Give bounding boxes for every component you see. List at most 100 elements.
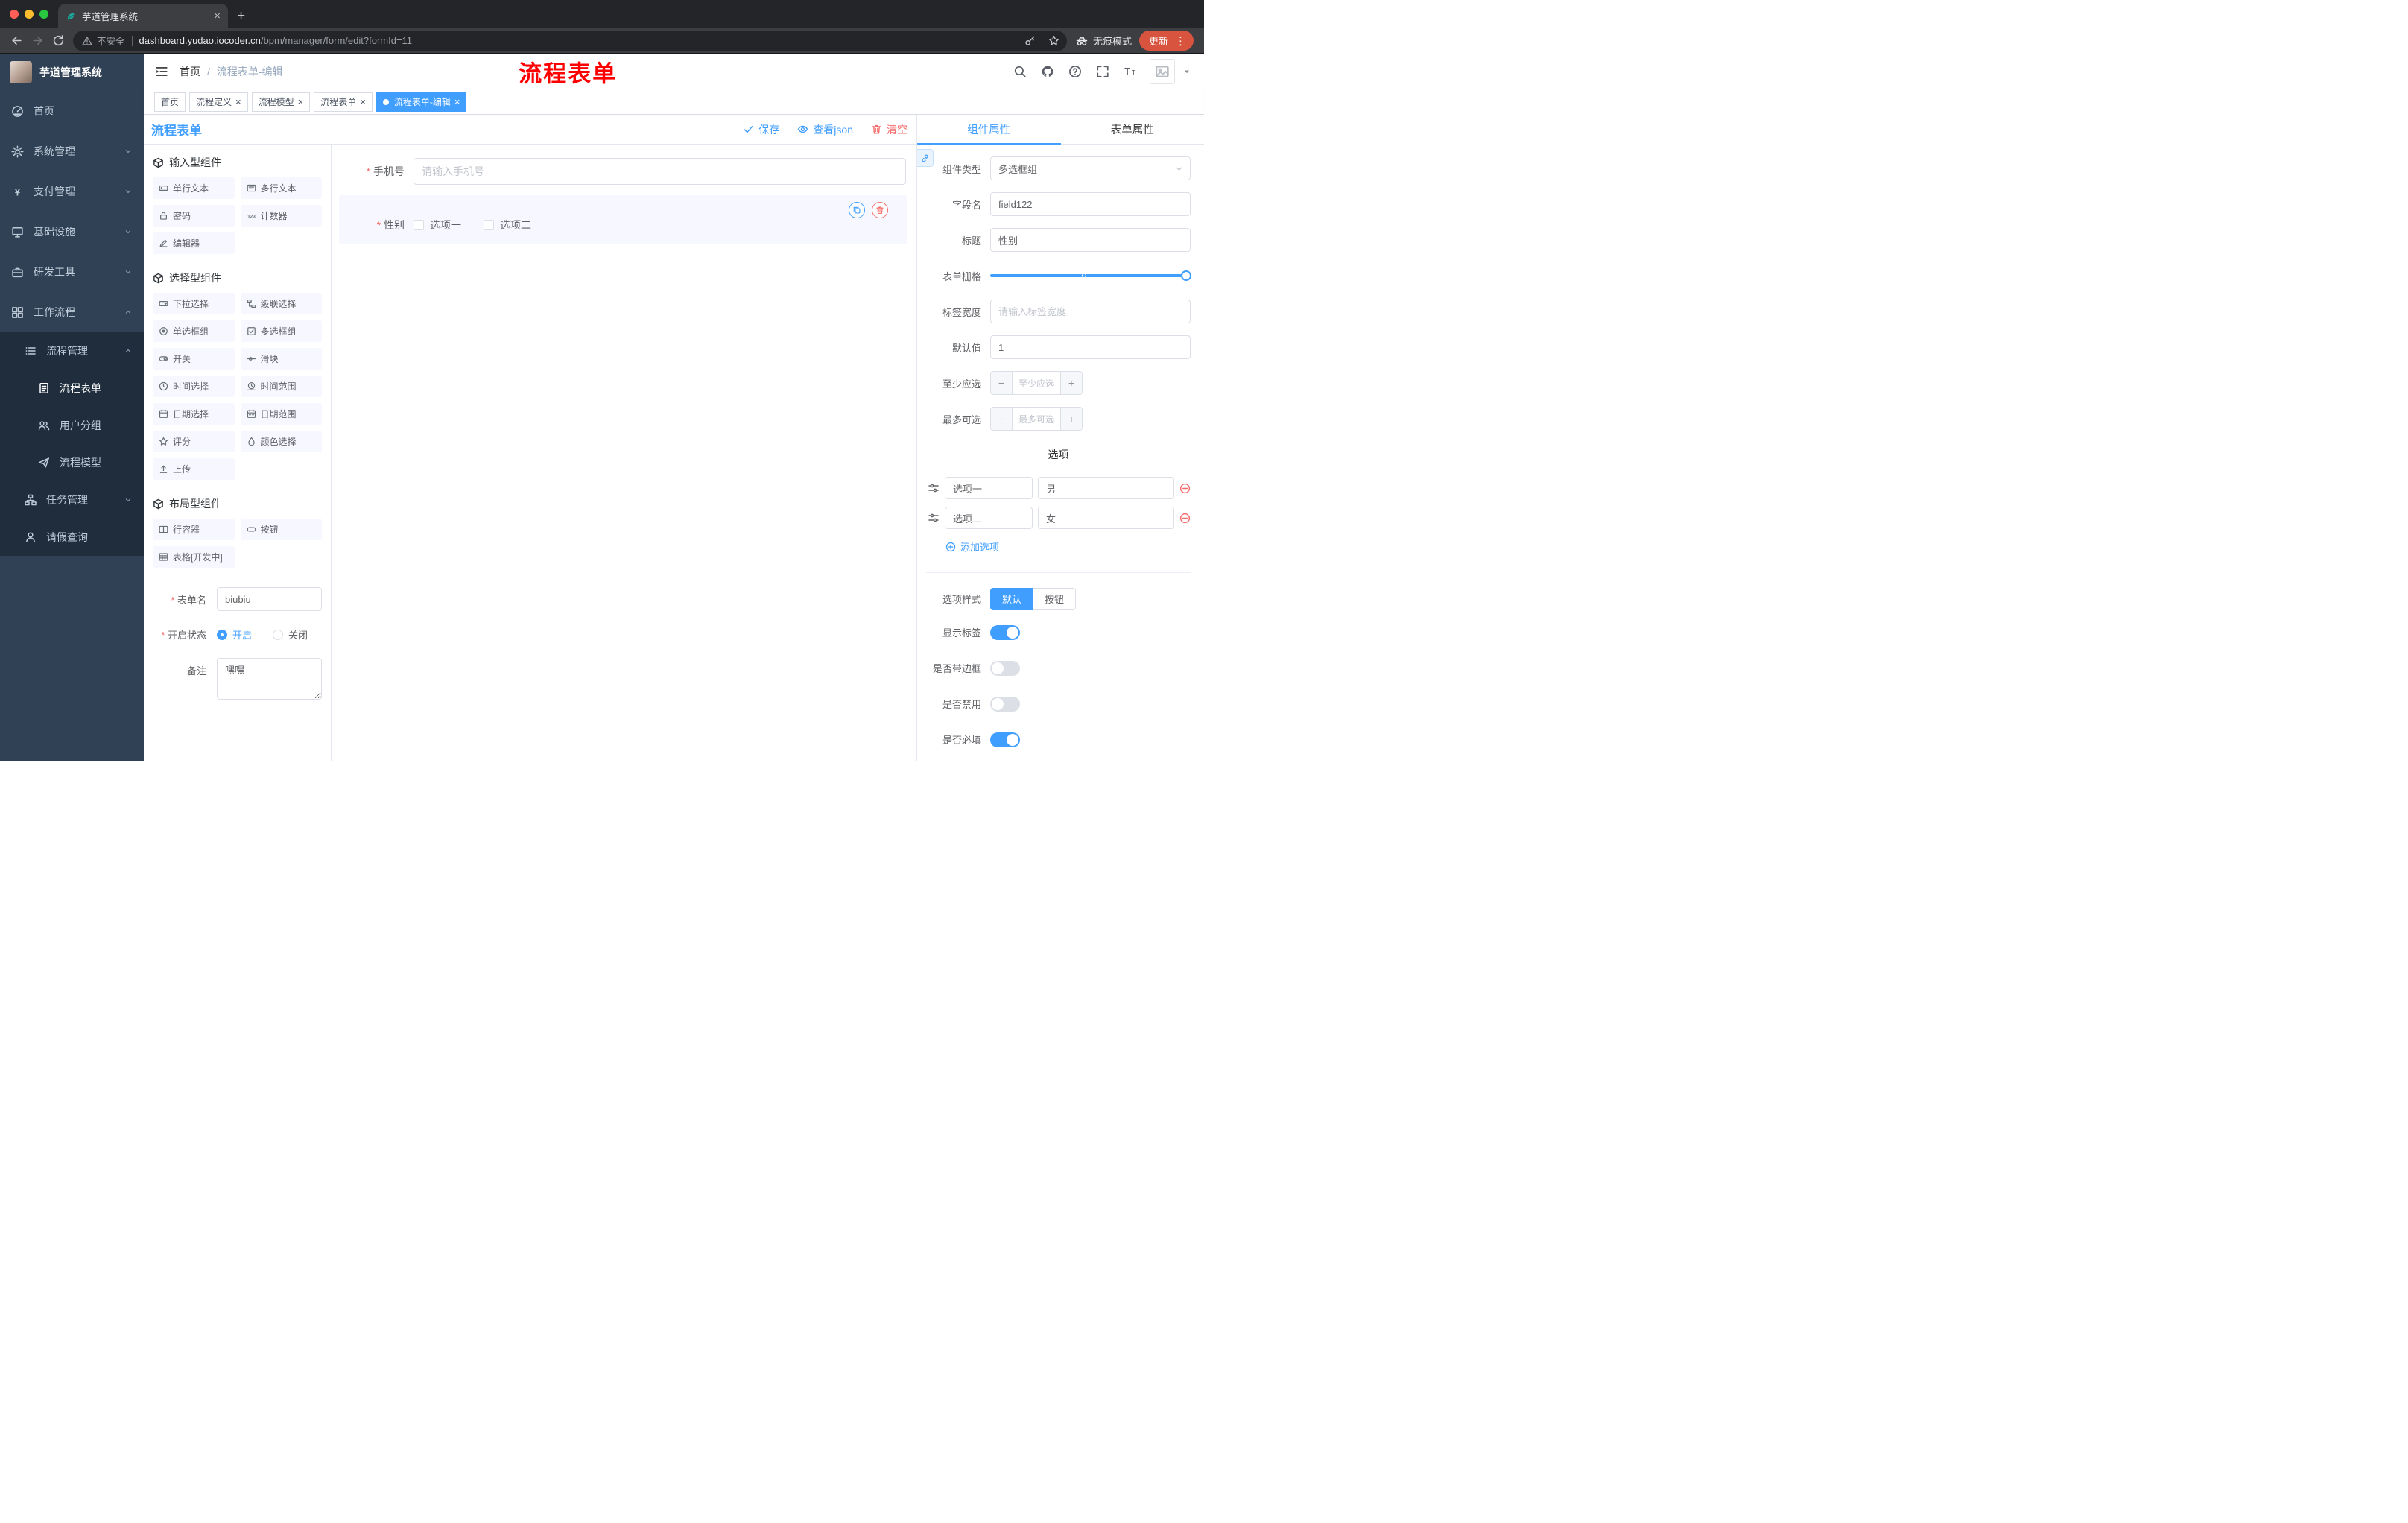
sidebar-item-home[interactable]: 首页 [0, 91, 144, 131]
increase-button[interactable]: + [1060, 408, 1082, 430]
font-size-button[interactable] [1119, 60, 1141, 83]
tag-process-form-edit[interactable]: 流程表单-编辑 × [376, 92, 467, 112]
remove-option-button[interactable] [1179, 513, 1191, 524]
decrease-button[interactable]: − [991, 372, 1013, 394]
palette-item-upload[interactable]: 上传 [153, 458, 235, 480]
tab-component-props[interactable]: 组件属性 [917, 115, 1061, 145]
avatar-menu-button[interactable] [1180, 60, 1194, 83]
palette-item-password[interactable]: 密码 [153, 205, 235, 227]
password-key-button[interactable] [1021, 31, 1040, 51]
link-handle[interactable] [917, 149, 934, 167]
palette-item-row-container[interactable]: 行容器 [153, 519, 235, 540]
option-label-input[interactable] [945, 477, 1033, 499]
palette-item-cascader[interactable]: 级联选择 [240, 293, 322, 314]
clear-button[interactable]: 清空 [871, 122, 907, 137]
reload-button[interactable] [48, 31, 69, 51]
add-option-button[interactable]: 添加选项 [945, 539, 999, 554]
gender-field-row[interactable]: 性别 选项一 选项二 [339, 195, 907, 244]
sidebar-item-process-management[interactable]: 流程管理 [0, 332, 144, 370]
drag-handle-icon[interactable] [928, 482, 940, 494]
palette-item-checkbox-group[interactable]: 多选框组 [240, 320, 322, 342]
tag-home[interactable]: 首页 [154, 92, 186, 112]
palette-item-time-picker[interactable]: 时间选择 [153, 376, 235, 397]
palette-item-slider[interactable]: 滑块 [240, 348, 322, 370]
browser-menu-icon[interactable]: ⋮ [1171, 34, 1190, 48]
remark-textarea[interactable]: 嘿嘿 [217, 658, 322, 700]
new-tab-button[interactable]: + [237, 9, 245, 23]
option-label-input[interactable] [945, 507, 1033, 529]
option-style-button-button[interactable]: 按钮 [1033, 587, 1077, 610]
copy-component-button[interactable] [849, 202, 865, 218]
option-style-default-button[interactable]: 默认 [990, 587, 1034, 610]
forward-button[interactable] [27, 31, 48, 51]
sidebar-item-payment-management[interactable]: 支付管理 [0, 171, 144, 212]
palette-item-counter[interactable]: 计数器 [240, 205, 322, 227]
palette-item-multi-line-text[interactable]: 多行文本 [240, 177, 322, 199]
option-value-input[interactable] [1038, 477, 1174, 499]
fullscreen-button[interactable] [1091, 60, 1114, 83]
palette-item-rate[interactable]: 评分 [153, 431, 235, 452]
form-name-input[interactable] [217, 587, 322, 611]
form-canvas[interactable]: 手机号 性别 选项一 选项二 [332, 145, 916, 762]
palette-item-time-range[interactable]: 时间范围 [240, 376, 322, 397]
palette-item-radio-group[interactable]: 单选框组 [153, 320, 235, 342]
sidebar-item-process-form[interactable]: 流程表单 [0, 370, 144, 407]
sidebar-toggle-button[interactable] [144, 54, 180, 89]
decrease-button[interactable]: − [991, 408, 1013, 430]
checkbox-icon[interactable] [414, 220, 424, 230]
view-json-button[interactable]: 查看json [797, 122, 853, 137]
drag-handle-icon[interactable] [928, 512, 940, 524]
tag-close-icon[interactable]: × [360, 97, 366, 107]
increase-button[interactable]: + [1060, 372, 1082, 394]
max-count-input[interactable]: 最多可选 [1013, 408, 1060, 430]
palette-item-select[interactable]: 下拉选择 [153, 293, 235, 314]
sidebar-item-task-management[interactable]: 任务管理 [0, 481, 144, 519]
required-switch[interactable] [990, 732, 1020, 747]
field-name-input[interactable] [990, 192, 1191, 216]
form-grid-slider[interactable] [990, 264, 1191, 288]
status-radio-off[interactable]: 关闭 [273, 627, 308, 642]
min-count-input[interactable]: 至少应选 [1013, 372, 1060, 394]
sidebar-item-dev-tools[interactable]: 研发工具 [0, 252, 144, 292]
sidebar-item-system-management[interactable]: 系统管理 [0, 131, 144, 171]
delete-component-button[interactable] [872, 202, 888, 218]
breadcrumb-home[interactable]: 首页 [180, 64, 200, 79]
title-input[interactable] [990, 228, 1191, 252]
tab-form-props[interactable]: 表单属性 [1061, 115, 1205, 144]
sidebar-item-user-group[interactable]: 用户分组 [0, 407, 144, 444]
status-radio-on[interactable]: 开启 [217, 627, 252, 642]
browser-tab[interactable]: 芋道管理系统 × [58, 4, 228, 28]
save-button[interactable]: 保存 [743, 122, 779, 137]
help-button[interactable] [1064, 60, 1086, 83]
bookmark-button[interactable] [1045, 31, 1064, 51]
slider-track[interactable] [990, 270, 1191, 281]
minimize-window-button[interactable] [25, 10, 34, 19]
tag-close-icon[interactable]: × [454, 97, 460, 107]
palette-item-editor[interactable]: 编辑器 [153, 232, 235, 254]
option-value-input[interactable] [1038, 507, 1174, 529]
maximize-window-button[interactable] [39, 10, 48, 19]
sidebar-item-infrastructure[interactable]: 基础设施 [0, 212, 144, 252]
close-window-button[interactable] [10, 10, 19, 19]
tag-process-model[interactable]: 流程模型 × [251, 92, 311, 112]
palette-item-date-range[interactable]: 日期范围 [240, 403, 322, 425]
tab-close-icon[interactable]: × [214, 10, 221, 22]
user-avatar[interactable] [1150, 58, 1175, 84]
tag-close-icon[interactable]: × [298, 97, 304, 107]
tag-process-definition[interactable]: 流程定义 × [189, 92, 248, 112]
palette-item-single-line-text[interactable]: 单行文本 [153, 177, 235, 199]
gender-option-2-checkbox[interactable]: 选项二 [484, 218, 531, 232]
tag-process-form[interactable]: 流程表单 × [314, 92, 373, 112]
palette-item-color-picker[interactable]: 颜色选择 [240, 431, 322, 452]
border-switch[interactable] [990, 660, 1020, 676]
palette-item-button[interactable]: 按钮 [240, 519, 322, 540]
back-button[interactable] [6, 31, 27, 51]
phone-input[interactable] [414, 158, 906, 185]
palette-item-table[interactable]: 表格[开发中] [153, 546, 235, 568]
disabled-switch[interactable] [990, 696, 1020, 712]
remove-option-button[interactable] [1179, 483, 1191, 494]
checkbox-icon[interactable] [484, 220, 494, 230]
slider-handle[interactable] [1181, 270, 1191, 281]
gender-option-1-checkbox[interactable]: 选项一 [414, 218, 461, 232]
palette-item-date-picker[interactable]: 日期选择 [153, 403, 235, 425]
